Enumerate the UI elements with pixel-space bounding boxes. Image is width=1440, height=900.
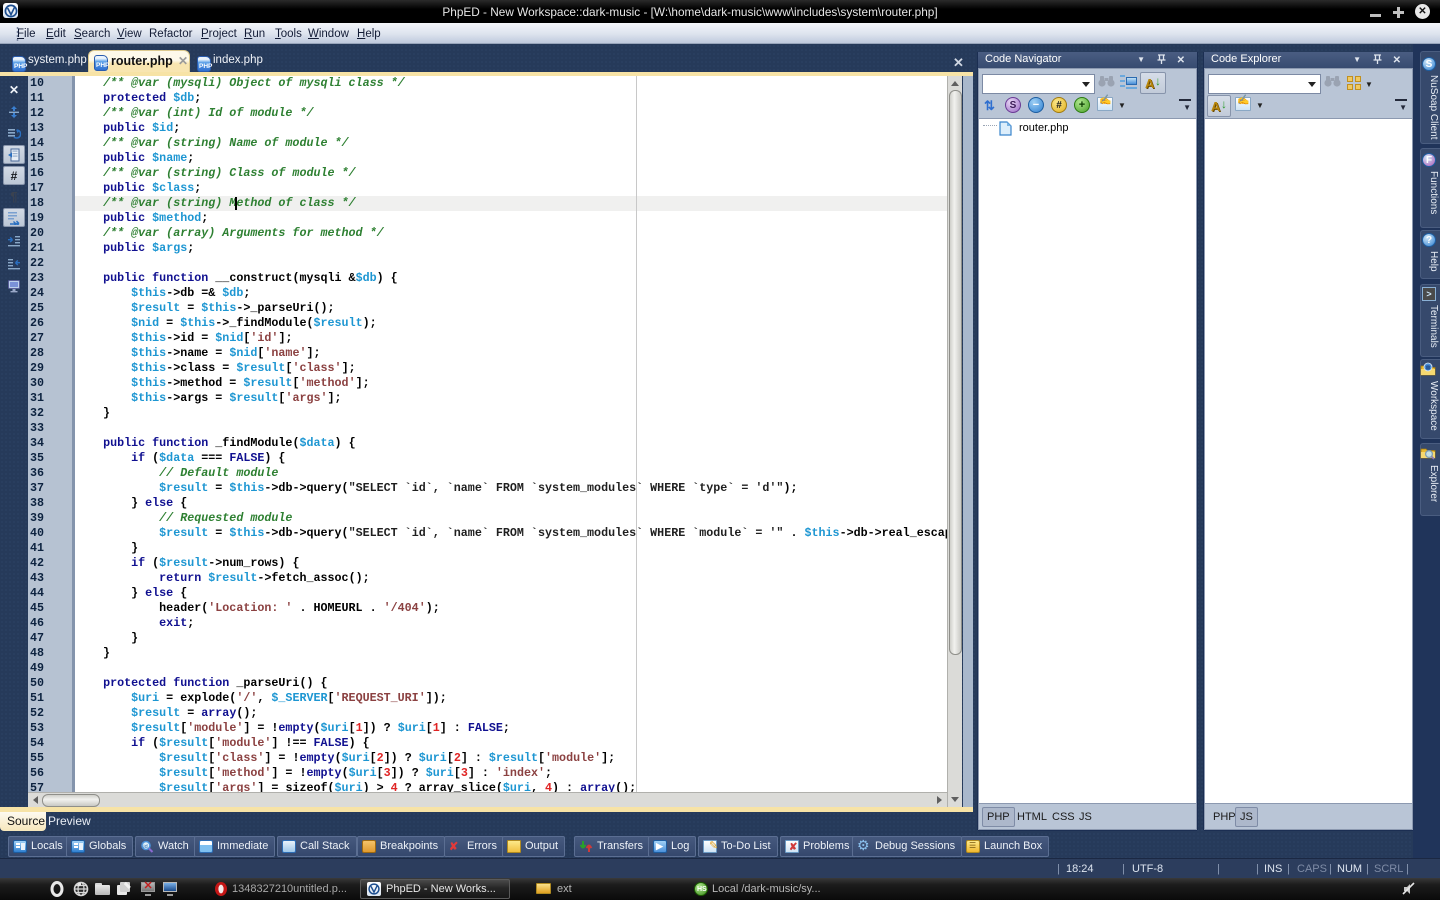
svg-text:id: id (143, 844, 147, 850)
